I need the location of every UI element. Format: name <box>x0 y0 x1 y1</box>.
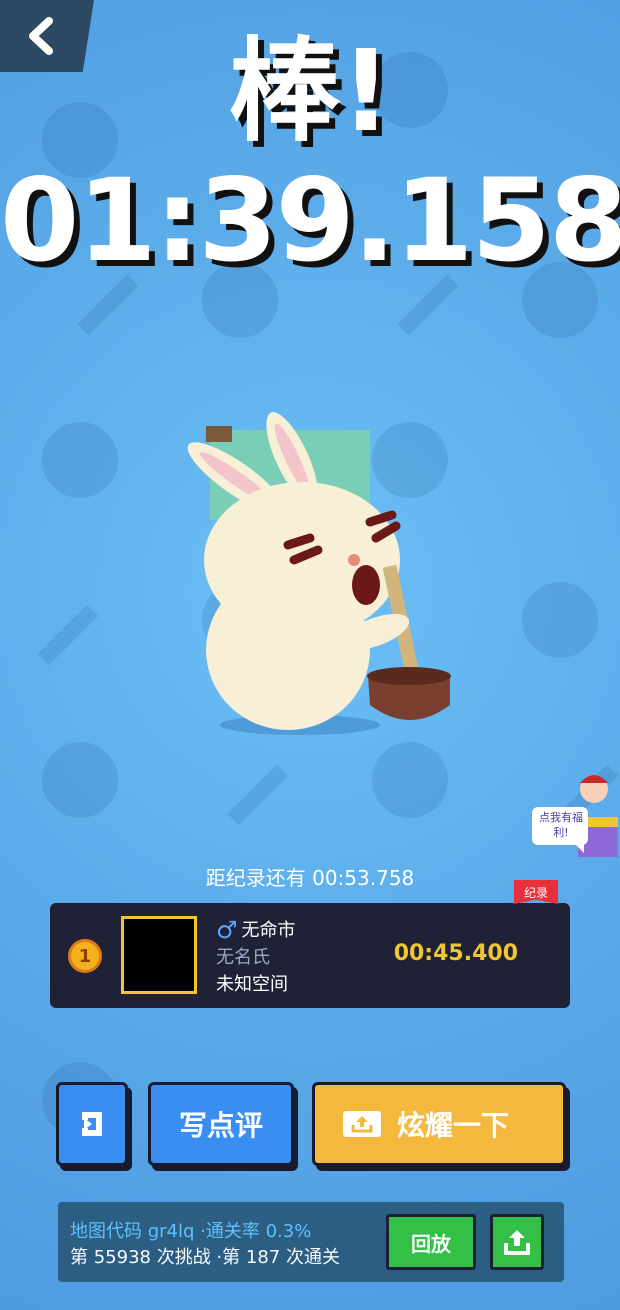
player-location: 未知空间 <box>216 974 288 995</box>
rabbit-mascot-illustration <box>187 412 451 735</box>
record-gap-label: 距纪录还有 <box>205 866 306 890</box>
upload-button[interactable] <box>490 1214 544 1270</box>
challenge-counts: 第 55938 次挑战 ·第 187 次通关 <box>70 1247 340 1268</box>
restart-icon <box>82 1112 102 1136</box>
player-name: 无名氏 <box>216 947 270 968</box>
record-gap-value: 00:53.758 <box>312 866 415 890</box>
avatar <box>121 916 197 994</box>
record-time: 00:45.400 <box>393 941 518 966</box>
city-name: 无命市 <box>241 920 296 941</box>
gift-badge-text: 点我有福利! <box>539 811 583 839</box>
record-holder-card[interactable]: 1 ♂ 无命市 无名氏 未知空间 00:45.400 <box>50 903 570 1008</box>
share-button[interactable]: 炫耀一下 <box>312 1082 566 1166</box>
male-icon: ♂ <box>216 916 238 944</box>
map-stats-footer: 地图代码 gr4lq ·通关率 0.3% 第 55938 次挑战 ·第 187 … <box>58 1202 564 1282</box>
replay-button[interactable]: 回放 <box>386 1214 476 1270</box>
upload-icon <box>504 1230 530 1255</box>
finish-time: 01:39.158 <box>0 154 620 287</box>
map-code-and-clear-rate: 地图代码 gr4lq ·通关率 0.3% <box>70 1221 312 1242</box>
share-button-label: 炫耀一下 <box>396 1109 509 1142</box>
rank-medal-icon: 1 <box>68 939 102 973</box>
record-holder-info: ♂ 无命市 无名氏 未知空间 <box>216 917 296 998</box>
result-title: 棒! <box>228 27 392 157</box>
restart-button[interactable] <box>56 1082 128 1166</box>
write-review-button[interactable]: 写点评 <box>148 1082 294 1166</box>
share-icon <box>342 1111 381 1137</box>
